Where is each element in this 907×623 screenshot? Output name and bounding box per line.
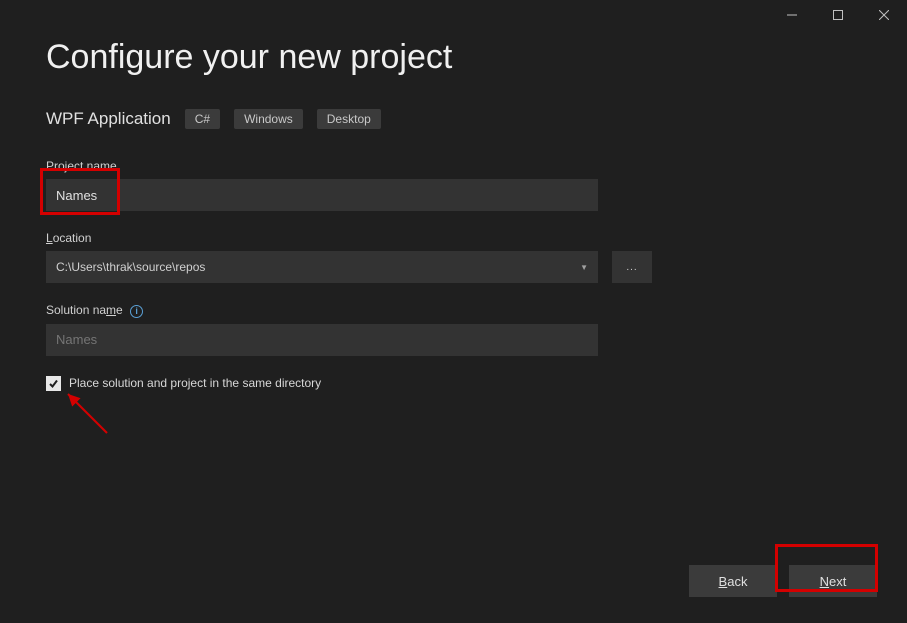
browse-button[interactable]: ... <box>612 251 652 283</box>
next-button[interactable]: Next <box>789 565 877 597</box>
tag-csharp: C# <box>185 109 220 129</box>
location-select[interactable]: C:\Users\thrak\source\repos ▼ <box>46 251 598 283</box>
template-name: WPF Application <box>46 109 171 129</box>
maximize-button[interactable] <box>815 0 861 30</box>
tag-windows: Windows <box>234 109 303 129</box>
solution-name-input <box>46 324 598 356</box>
same-directory-checkbox[interactable] <box>46 376 61 391</box>
arrow-icon <box>62 388 112 438</box>
location-value: C:\Users\thrak\source\repos <box>56 260 205 274</box>
close-button[interactable] <box>861 0 907 30</box>
back-button[interactable]: Back <box>689 565 777 597</box>
minimize-button[interactable] <box>769 0 815 30</box>
tag-desktop: Desktop <box>317 109 381 129</box>
project-name-input[interactable] <box>46 179 598 211</box>
info-icon[interactable]: i <box>130 305 143 318</box>
same-directory-label: Place solution and project in the same d… <box>69 376 321 390</box>
page-title: Configure your new project <box>46 38 861 77</box>
chevron-down-icon: ▼ <box>580 263 588 272</box>
location-label: Location <box>46 231 861 245</box>
project-name-label: Project name <box>46 159 861 173</box>
solution-name-label: Solution name i <box>46 303 861 318</box>
